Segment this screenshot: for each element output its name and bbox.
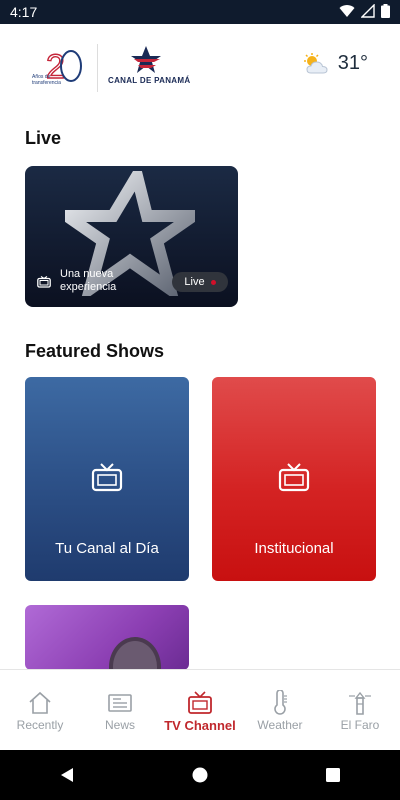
signal-icon bbox=[361, 4, 375, 18]
show-card-institucional[interactable]: Institucional bbox=[212, 377, 376, 581]
nav-recently[interactable]: Recently bbox=[0, 670, 80, 750]
home-button-icon[interactable] bbox=[191, 766, 209, 784]
nav-label: TV Channel bbox=[164, 718, 236, 733]
home-icon bbox=[29, 691, 51, 714]
live-card[interactable]: Una nueva experiencia Live bbox=[25, 166, 238, 307]
logo-divider bbox=[97, 44, 98, 92]
system-navigation-bar bbox=[0, 750, 400, 800]
back-icon[interactable] bbox=[58, 766, 76, 784]
transfer-anniversary-logo: 2 Años de transferencia bbox=[32, 47, 82, 87]
battery-icon bbox=[381, 4, 390, 18]
live-section-title: Live bbox=[25, 128, 62, 148]
nav-news[interactable]: News bbox=[80, 670, 160, 750]
bottom-navigation: Recently News TV Channel Weather El Faro bbox=[0, 669, 400, 750]
tv-icon bbox=[91, 463, 123, 492]
wifi-icon bbox=[339, 5, 355, 18]
nav-el-faro[interactable]: El Faro bbox=[320, 670, 400, 750]
tv-icon bbox=[188, 691, 212, 714]
recents-icon[interactable] bbox=[324, 766, 342, 784]
nav-label: News bbox=[104, 718, 135, 732]
nav-label: Weather bbox=[257, 718, 303, 732]
nav-weather[interactable]: Weather bbox=[240, 670, 320, 750]
nav-label: El Faro bbox=[340, 718, 380, 732]
svg-text:transferencia: transferencia bbox=[32, 80, 61, 86]
featured-section-title: Featured Shows bbox=[25, 341, 165, 361]
weather-temperature: 31° bbox=[337, 52, 368, 74]
canal-panama-wordmark: CANAL DE PANAMÁ bbox=[108, 76, 191, 85]
status-icons bbox=[339, 4, 390, 18]
thermometer-icon bbox=[274, 690, 287, 715]
partly-cloudy-icon bbox=[303, 52, 328, 73]
live-badge: Live bbox=[172, 272, 228, 292]
show-card-podcast[interactable] bbox=[25, 605, 189, 670]
weather-widget[interactable]: 31° bbox=[302, 52, 368, 75]
show-label: Tu Canal al Día bbox=[55, 540, 159, 557]
show-card-tu-canal[interactable]: Tu Canal al Día bbox=[25, 377, 189, 581]
show-label: Institucional bbox=[254, 540, 334, 557]
news-icon bbox=[108, 694, 132, 712]
live-badge-label: Live bbox=[184, 276, 205, 288]
app-header: 2 Años de transferencia CANAL DE PANAMÁ … bbox=[0, 24, 400, 112]
status-bar: 4:17 bbox=[0, 0, 400, 24]
microphone-icon bbox=[109, 637, 161, 670]
nav-tv-channel[interactable]: TV Channel bbox=[160, 670, 240, 750]
lighthouse-icon bbox=[349, 691, 371, 715]
status-time: 4:17 bbox=[10, 4, 38, 20]
tv-icon bbox=[278, 463, 310, 492]
tv-icon bbox=[37, 276, 51, 288]
nav-label: Recently bbox=[16, 718, 64, 732]
live-caption: Una nueva experiencia bbox=[60, 268, 117, 293]
live-indicator-dot bbox=[210, 279, 216, 285]
